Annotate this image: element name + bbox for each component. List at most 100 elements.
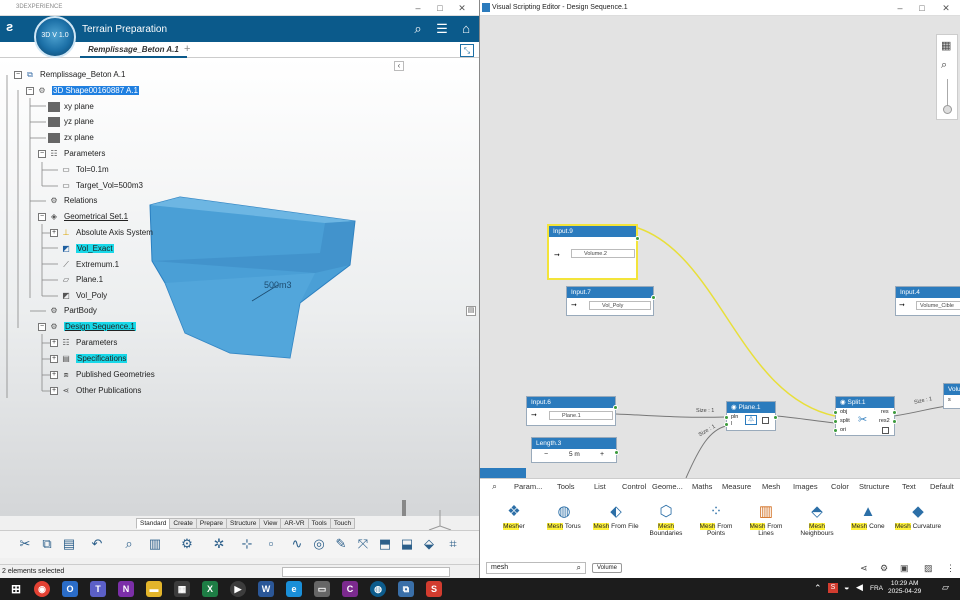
- edge-icon[interactable]: e: [286, 581, 302, 597]
- input-port[interactable]: [724, 422, 729, 427]
- palette-tab-param[interactable]: Param...: [514, 482, 542, 491]
- tab-touch[interactable]: Touch: [329, 518, 356, 529]
- node-field[interactable]: Plane.1: [549, 411, 613, 420]
- palette-tab-geometry[interactable]: Geome...: [652, 482, 683, 491]
- output-port[interactable]: [613, 405, 618, 410]
- palette-search-input[interactable]: mesh ⌕: [486, 562, 586, 574]
- sweep-icon[interactable]: ⬙: [420, 535, 438, 553]
- palette-tab-tools[interactable]: Tools: [557, 482, 575, 491]
- teams-icon[interactable]: T: [90, 581, 106, 597]
- pad-icon[interactable]: ⬓: [398, 535, 416, 553]
- input-port[interactable]: [833, 419, 838, 424]
- expander-specs[interactable]: +: [50, 355, 58, 363]
- circle-icon[interactable]: ◎: [310, 535, 328, 553]
- palette-item-mesh-from-file[interactable]: ⬖ Mesh From File: [588, 501, 644, 530]
- tag-icon[interactable]: ⌂: [458, 21, 474, 37]
- explorer-icon[interactable]: ▬: [146, 581, 162, 597]
- compass-widget[interactable]: 3D V 1.0: [34, 16, 76, 58]
- language-indicator[interactable]: FRA: [870, 585, 883, 592]
- palette-tab-measure[interactable]: Measure: [722, 482, 751, 491]
- tree-published-geometries[interactable]: ⧈ Published Geometries: [60, 368, 154, 382]
- script-editor-icon[interactable]: ⧉: [398, 581, 414, 597]
- search-icon[interactable]: ⌕: [410, 21, 426, 37]
- output-port[interactable]: [892, 419, 897, 424]
- chevron-up-icon[interactable]: ⌃: [814, 583, 822, 594]
- outlook-icon[interactable]: O: [62, 581, 78, 597]
- tree-specifications[interactable]: ▤ Specifications: [60, 352, 128, 366]
- expander-parameters[interactable]: −: [38, 150, 46, 158]
- input-port[interactable]: [833, 410, 838, 415]
- menu-icon[interactable]: ☰: [434, 21, 450, 37]
- word-icon[interactable]: W: [258, 581, 274, 597]
- tree-vol-poly[interactable]: ◩ Vol_Poly: [60, 289, 107, 303]
- node-field[interactable]: Volume.2: [571, 249, 635, 258]
- copy-icon[interactable]: ⧉: [38, 535, 56, 553]
- tree-vol-exact[interactable]: ◩ Vol_Exact: [60, 242, 114, 256]
- output-port[interactable]: [773, 415, 778, 420]
- tab-create[interactable]: Create: [169, 518, 197, 529]
- gear-icon[interactable]: ⚙: [880, 563, 888, 574]
- command-input[interactable]: [282, 567, 450, 577]
- tree-param-tol[interactable]: ▭ Tol=0.1m: [60, 163, 108, 177]
- close-icon[interactable]: ✕: [936, 2, 956, 14]
- node-plane1[interactable]: ◉ Plane.1 pln l ⏃: [724, 401, 778, 431]
- output-port[interactable]: [651, 295, 656, 300]
- onenote-icon[interactable]: N: [118, 581, 134, 597]
- tab-prepare[interactable]: Prepare: [195, 518, 228, 529]
- catia-c-icon[interactable]: C: [342, 581, 358, 597]
- tree-param-target-vol[interactable]: ▭ Target_Vol=500m3: [60, 179, 143, 193]
- expander-ds-params[interactable]: +: [50, 339, 58, 347]
- windows-icon[interactable]: ⊞: [8, 581, 24, 597]
- paste-icon[interactable]: ▤: [60, 535, 78, 553]
- output-port[interactable]: [635, 236, 640, 241]
- maximize-icon[interactable]: □: [912, 2, 932, 14]
- palette-tab-mesh[interactable]: Mesh: [762, 482, 780, 491]
- node-field[interactable]: Vol_Poly: [589, 301, 651, 310]
- zoom-icon[interactable]: ⌕: [120, 535, 138, 553]
- excel-icon[interactable]: X: [202, 581, 218, 597]
- notifications-icon[interactable]: ▱: [942, 582, 949, 593]
- expander-root[interactable]: −: [14, 71, 22, 79]
- measure-icon[interactable]: ⌗: [444, 535, 462, 553]
- solid-icon[interactable]: ⬒: [376, 535, 394, 553]
- tab-view[interactable]: View: [259, 518, 282, 529]
- 3d-viewport[interactable]: ‹ 500m3 ▤ − ⧉ Remplissage_Beton A.1 − ⚙ …: [0, 58, 479, 531]
- settings-icon[interactable]: ⚙: [178, 535, 196, 553]
- tab-tools[interactable]: Tools: [307, 518, 331, 529]
- cut-icon[interactable]: ✂: [16, 535, 34, 553]
- tab-remplissage[interactable]: Remplissage_Beton A.1: [80, 42, 187, 58]
- expander-other-pubs[interactable]: +: [50, 387, 58, 395]
- collapse-icon[interactable]: ⤡: [460, 44, 474, 57]
- speaker-icon[interactable]: ◀: [856, 582, 863, 593]
- splitter-handle[interactable]: [402, 500, 406, 516]
- tree-root[interactable]: ⧉ Remplissage_Beton A.1: [24, 68, 125, 82]
- tree-plane1[interactable]: ▱ Plane.1: [60, 273, 103, 287]
- zoom-slider-thumb[interactable]: [943, 105, 952, 114]
- tree-yz-plane[interactable]: yz plane: [48, 115, 94, 129]
- tree-zx-plane[interactable]: zx plane: [48, 131, 94, 145]
- palette-tab-list[interactable]: List: [594, 482, 606, 491]
- length-value[interactable]: 5 m: [569, 451, 580, 458]
- node-input7[interactable]: Input.7 ➞ Vol_Poly: [566, 286, 656, 316]
- search-icon[interactable]: ⌕: [577, 563, 581, 573]
- 3d-shape[interactable]: [140, 193, 370, 363]
- script-canvas[interactable]: Size : 1 Size : 1 Size : 1 Input.9 ➞ Vol…: [480, 16, 960, 478]
- minimap-tab[interactable]: [480, 468, 526, 478]
- tree-geometrical-set[interactable]: ◈ Geometrical Set.1: [48, 210, 128, 224]
- expander-shape[interactable]: −: [26, 87, 34, 95]
- node-split1[interactable]: ◉ Split.1 obj split ori res res2 ✂: [833, 396, 897, 436]
- tree-partbody[interactable]: ⚙ PartBody: [48, 304, 97, 318]
- output-port[interactable]: [892, 410, 897, 415]
- input-port[interactable]: [724, 415, 729, 420]
- palette-tab-color[interactable]: Color: [831, 482, 849, 491]
- tree-parameters[interactable]: ☷ Parameters: [48, 147, 105, 161]
- tree-relations[interactable]: ⚙ Relations: [48, 194, 97, 208]
- palette-tab-maths[interactable]: Maths: [692, 482, 712, 491]
- tree-xy-plane[interactable]: xy plane: [48, 100, 94, 114]
- expander-axis[interactable]: +: [50, 229, 58, 237]
- palette-item-mesh-torus[interactable]: ◍ Mesh Torus: [536, 501, 592, 530]
- network-icon[interactable]: ◒: [844, 582, 849, 592]
- sketch-icon[interactable]: ✎: [332, 535, 350, 553]
- 3dexperience-icon[interactable]: ◍: [370, 581, 386, 597]
- folder-icon[interactable]: ▭: [314, 581, 330, 597]
